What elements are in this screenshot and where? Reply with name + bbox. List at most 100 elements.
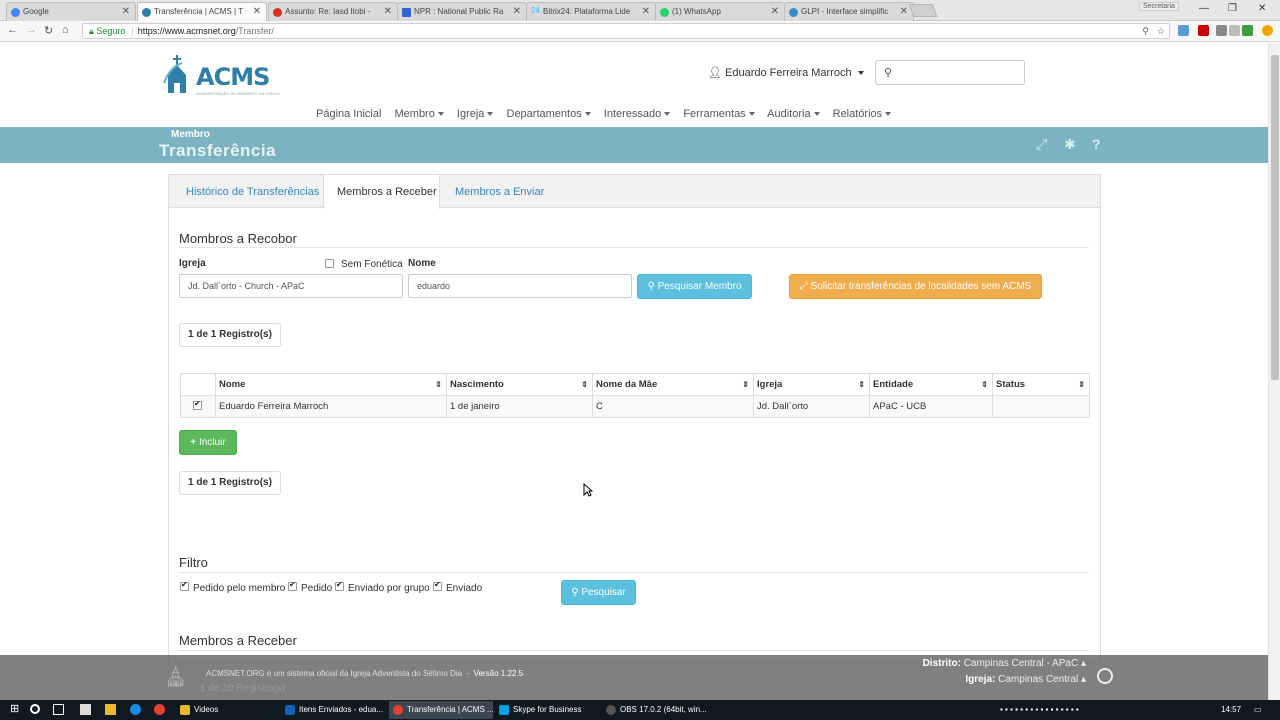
taskbar-item-skype[interactable]: Skype for Business — [495, 701, 599, 719]
taskbar-item-outlook[interactable]: Itens Enviados - edua... — [281, 701, 385, 719]
column-header-nascimento[interactable]: Nascimento ⇕ — [446, 373, 593, 396]
acms-logo[interactable]: ACMS ADMINISTRAÇÃO DE MEMBROS DA IGREJA — [160, 53, 280, 100]
column-header-entidade[interactable]: Entidade ⇕ — [869, 373, 993, 396]
nav-pagina-inicial[interactable]: Página Inicial — [316, 108, 381, 120]
taskbar-item-chrome[interactable]: Transferência | ACMS ... — [389, 701, 494, 719]
notifications-icon[interactable]: ▭ — [1254, 705, 1262, 714]
extension-pen-icon[interactable] — [1178, 25, 1189, 36]
browser-tab-npr[interactable]: NPR : National Public Ra ✕ — [397, 2, 527, 21]
expand-icon[interactable]: ⤢ — [1036, 136, 1047, 153]
close-icon[interactable]: ✕ — [253, 6, 261, 17]
close-icon[interactable]: ✕ — [122, 6, 130, 17]
sort-icon[interactable]: ⇕ — [435, 380, 442, 389]
filter-title: Filtro — [179, 555, 208, 570]
tab-membros-a-enviar[interactable]: Membros a Enviar — [455, 175, 544, 208]
page-scrollbar[interactable] — [1268, 43, 1280, 700]
sort-icon[interactable]: ⇕ — [1078, 380, 1085, 389]
windows-start-icon[interactable]: ⊞ — [10, 702, 21, 715]
close-icon[interactable]: ✕ — [771, 6, 779, 17]
bug-icon[interactable]: ✱ — [1064, 136, 1076, 153]
forward-arrow-icon[interactable]: → — [26, 24, 37, 36]
alert-icon[interactable] — [1262, 25, 1273, 36]
row-select-cell[interactable] — [180, 395, 216, 418]
sort-icon[interactable]: ⇕ — [581, 380, 588, 389]
user-menu[interactable]: 👤︎ Eduardo Ferreira Marroch — [708, 66, 864, 79]
column-header-igreja[interactable]: Igreja ⇕ — [753, 373, 870, 396]
close-icon[interactable]: ✕ — [384, 6, 392, 17]
browser-tab-glpi[interactable]: GLPI - Interface simplific ✕ — [784, 2, 914, 21]
footer-system-text: ACMSNET.ORG é um sistema oficial da Igre… — [206, 669, 463, 678]
footer-igreja[interactable]: Igreja: Campinas Central ▴ — [965, 674, 1086, 685]
nome-field[interactable]: eduardo — [408, 274, 632, 298]
tab-membros-a-receber[interactable]: Membros a Receber — [323, 175, 440, 209]
clock[interactable]: 14:57 — [1221, 705, 1241, 714]
nav-relatorios[interactable]: Relatórios — [833, 108, 892, 120]
pesquisar-button[interactable]: ⚲ Pesquisar — [561, 580, 636, 605]
column-header-nome-da-mae[interactable]: Nome da Mãe ⇕ — [592, 373, 754, 396]
nav-igreja[interactable]: Igreja — [457, 108, 494, 120]
filter-enviado-checkbox[interactable] — [433, 580, 442, 591]
incluir-button[interactable]: + Incluir — [179, 430, 237, 455]
address-bar[interactable]: 🔒︎ Seguro | https://www.acmsnet.org/Transf… — [82, 23, 1170, 39]
extension-green-icon[interactable] — [1242, 25, 1253, 36]
close-icon[interactable]: ✕ — [642, 6, 650, 17]
solicitar-transferencias-button[interactable]: ⤢ Solicitar transferências de localidade… — [789, 274, 1042, 299]
browser-tab-google[interactable]: Google ✕ — [6, 2, 136, 21]
browser-tab-transferencia[interactable]: Transferência | ACMS | T ✕ — [137, 2, 267, 22]
notepad-icon[interactable] — [80, 704, 91, 715]
close-icon[interactable]: ✕ — [513, 6, 521, 17]
chrome-icon[interactable] — [154, 704, 165, 715]
sort-icon[interactable]: ⇕ — [858, 380, 865, 389]
column-header-status[interactable]: Status ⇕ — [992, 373, 1090, 396]
tab-historico[interactable]: Histórico de Transferências — [186, 175, 319, 208]
refresh-icon[interactable] — [1097, 668, 1113, 684]
pesquisar-membro-button[interactable]: ⚲ Pesquisar Membro — [637, 274, 752, 299]
nav-auditoria[interactable]: Auditoria — [767, 108, 820, 120]
task-view-icon[interactable] — [53, 704, 64, 715]
bookmark-star-icon[interactable]: ☆ — [1157, 24, 1165, 38]
nav-membro[interactable]: Membro — [395, 108, 444, 120]
browser-tab-gmail[interactable]: Assunto: Re: Iasd Itobi - ✕ — [268, 2, 398, 21]
column-header-nome[interactable]: Nome ⇕ — [215, 373, 447, 396]
footer-distrito[interactable]: Distrito: Campinas Central - APaC ▴ — [923, 658, 1086, 669]
nav-interessado[interactable]: Interessado — [604, 108, 671, 120]
profile-chip[interactable]: Secretaria — [1139, 2, 1179, 11]
browser-tab-whatsapp[interactable]: (1) WhatsApp ✕ — [655, 2, 785, 21]
extension-gray-icon[interactable] — [1216, 25, 1227, 36]
cortana-icon[interactable] — [30, 704, 40, 714]
close-window-icon[interactable]: ✕ — [1258, 3, 1266, 14]
browser-tab-bitrix[interactable]: 24 Bitrix24: Plataforma Lide ✕ — [526, 2, 656, 21]
filter-pedido-label: Pedido — [301, 583, 333, 594]
restore-icon[interactable]: ❐ — [1228, 3, 1237, 14]
igreja-field[interactable]: Jd. Dall`orto - Church - APaC — [179, 274, 403, 298]
header-search-input[interactable]: ⚲ — [875, 60, 1025, 85]
extension-pdf-icon[interactable] — [1198, 25, 1209, 36]
sort-icon[interactable]: ⇕ — [742, 380, 749, 389]
help-icon[interactable]: ? — [1092, 136, 1101, 152]
minimize-icon[interactable]: — — [1199, 3, 1209, 14]
reload-icon[interactable]: ↻ — [44, 24, 53, 37]
table-row[interactable]: Eduardo Ferreira Marroch 1 de janeiro C … — [180, 395, 1090, 418]
nav-ferramentas[interactable]: Ferramentas — [683, 108, 755, 120]
file-explorer-icon[interactable] — [105, 704, 116, 715]
browser-tabstrip: Google ✕ Transferência | ACMS | T ✕ Assu… — [0, 0, 1280, 22]
filter-pedido-pelo-membro-checkbox[interactable] — [180, 580, 189, 591]
taskbar-item-obs[interactable]: OBS 17.0.2 (64bit, win... — [602, 701, 707, 719]
taskbar-item-videos[interactable]: Videos — [176, 701, 280, 719]
back-arrow-icon[interactable]: ← — [7, 24, 18, 36]
zoom-icon[interactable]: ⚲ — [1142, 24, 1149, 38]
home-icon[interactable]: ⌂ — [62, 24, 69, 36]
scrollbar-thumb[interactable] — [1271, 55, 1279, 380]
edge-icon[interactable] — [130, 704, 141, 715]
section-divider — [179, 247, 1089, 248]
extension-page-icon[interactable] — [1229, 25, 1240, 36]
tray-icons[interactable]: ▪ ▪ ▪ ▪ ▪ ▪ ▪ ▪ ▪ ▪ ▪ ▪ ▪ ▪ ▪ ▪ — [1000, 705, 1079, 714]
close-icon[interactable]: ✕ — [900, 6, 908, 17]
filter-pedido-checkbox[interactable] — [288, 580, 297, 591]
sort-icon[interactable]: ⇕ — [981, 380, 988, 389]
new-tab-button[interactable] — [908, 4, 938, 17]
filter-enviado-por-grupo-checkbox[interactable] — [335, 580, 344, 591]
sem-fonetica-checkbox[interactable] — [325, 259, 334, 268]
nav-departamentos[interactable]: Departamentos — [507, 108, 591, 120]
row-checkbox[interactable] — [193, 399, 202, 410]
